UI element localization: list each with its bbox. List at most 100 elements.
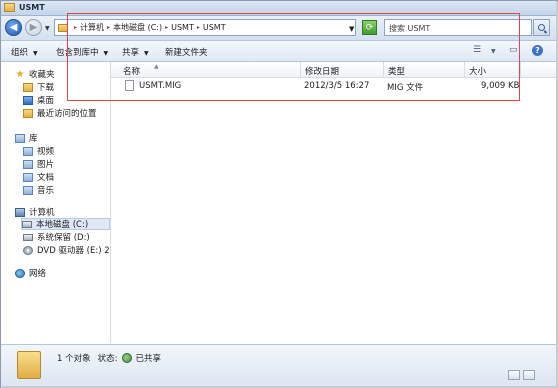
help-icon[interactable]: ? bbox=[532, 45, 543, 56]
hard-drive-icon bbox=[23, 233, 33, 241]
chevron-down-icon: ▼ bbox=[33, 50, 38, 57]
chevron-right-icon: ▸ bbox=[74, 24, 78, 31]
chevron-down-icon[interactable]: ▼ bbox=[491, 48, 496, 55]
nav-item-label: 图片 bbox=[37, 160, 55, 170]
nav-item-drive-c[interactable]: 本地磁盘 (C:) bbox=[21, 218, 110, 230]
share-button[interactable]: 共享 ▼ bbox=[122, 46, 149, 58]
shared-icon bbox=[121, 353, 132, 363]
address-dropdown[interactable]: ▼ bbox=[349, 25, 354, 33]
nav-favorites-label: 收藏夹 bbox=[29, 70, 55, 80]
nav-libraries[interactable]: 库 bbox=[15, 132, 38, 144]
column-header-name[interactable]: 名称 ▲ bbox=[119, 62, 301, 77]
include-library-label: 包含到库中 bbox=[56, 48, 99, 58]
recent-pages-dropdown[interactable]: ▼ bbox=[45, 25, 50, 32]
window-title: USMT bbox=[19, 3, 45, 12]
view-options-icon[interactable]: ☰ bbox=[473, 45, 481, 55]
pictures-icon bbox=[23, 159, 33, 169]
forward-button[interactable]: ▶ bbox=[25, 19, 42, 36]
music-icon bbox=[23, 185, 33, 195]
status-computer-icon bbox=[508, 370, 520, 380]
nav-item-label: 文档 bbox=[37, 173, 55, 183]
back-button[interactable]: ◀ bbox=[5, 19, 22, 36]
nav-item-label: 下载 bbox=[37, 83, 55, 93]
status-network-icon bbox=[523, 370, 535, 380]
videos-icon bbox=[23, 146, 33, 156]
include-library-button[interactable]: 包含到库中 ▼ bbox=[56, 46, 108, 58]
preview-pane-icon[interactable]: ▭ bbox=[509, 45, 518, 55]
nav-item-label: 本地磁盘 (C:) bbox=[36, 220, 89, 230]
breadcrumb-item-usmt[interactable]: USMT bbox=[171, 23, 194, 32]
file-size: 9,009 KB bbox=[481, 81, 520, 91]
address-bar[interactable]: ▸ 计算机 ▸ 本地磁盘 (C:) ▸ USMT ▸ USMT bbox=[54, 19, 356, 36]
nav-item-label: 系统保留 (D:) bbox=[37, 233, 90, 243]
address-row: ◀ ▶ ▼ ▸ 计算机 ▸ 本地磁盘 (C:) ▸ USMT ▸ USMT ▼ … bbox=[1, 16, 557, 41]
breadcrumb: ▸ 计算机 ▸ 本地磁盘 (C:) ▸ USMT ▸ USMT bbox=[71, 22, 226, 33]
nav-item-drive-d[interactable]: 系统保留 (D:) bbox=[23, 231, 90, 243]
folder-icon bbox=[4, 3, 15, 12]
nav-libraries-label: 库 bbox=[29, 134, 38, 144]
file-name: USMT.MIG bbox=[139, 81, 182, 91]
nav-item-music[interactable]: 音乐 bbox=[23, 184, 54, 196]
nav-item-downloads[interactable]: 下载 bbox=[23, 81, 54, 93]
column-header-row: 名称 ▲ 修改日期 类型 大小 bbox=[111, 62, 557, 78]
breadcrumb-item-usmt-current[interactable]: USMT bbox=[203, 23, 226, 32]
nav-item-label: 最近访问的位置 bbox=[37, 109, 97, 119]
arrow-right-icon: ▶ bbox=[29, 22, 38, 33]
details-pane: 1 个对象 状态: 已共享 bbox=[1, 344, 557, 388]
star-icon: ★ bbox=[15, 68, 25, 80]
chevron-right-icon[interactable]: ▸ bbox=[107, 24, 110, 31]
nav-favorites[interactable]: ★ 收藏夹 bbox=[15, 68, 55, 80]
nav-item-label: DVD 驱动器 (E:) 20 bbox=[37, 246, 111, 256]
chevron-right-icon[interactable]: ▸ bbox=[197, 24, 200, 31]
dvd-icon bbox=[23, 245, 33, 255]
nav-item-dvd[interactable]: DVD 驱动器 (E:) 20 bbox=[23, 244, 111, 256]
search-input[interactable]: 搜索 USMT bbox=[384, 19, 532, 36]
column-header-type[interactable]: 类型 bbox=[384, 62, 465, 77]
new-folder-button[interactable]: 新建文件夹 bbox=[165, 46, 208, 58]
downloads-icon bbox=[23, 82, 33, 92]
chevron-down-icon: ▼ bbox=[103, 50, 109, 57]
organize-button[interactable]: 组织 ▼ bbox=[11, 46, 38, 58]
nav-item-videos[interactable]: 视频 bbox=[23, 145, 54, 157]
desktop-icon bbox=[23, 95, 33, 105]
file-modified: 2012/3/5 16:27 bbox=[304, 81, 370, 91]
arrow-left-icon: ◀ bbox=[9, 22, 18, 33]
column-header-size[interactable]: 大小 bbox=[465, 62, 521, 77]
table-row[interactable]: USMT.MIG 2012/3/5 16:27 MIG 文件 9,009 KB bbox=[111, 79, 521, 93]
chevron-right-icon[interactable]: ▸ bbox=[165, 24, 168, 31]
nav-item-label: 音乐 bbox=[37, 186, 55, 196]
folder-icon bbox=[17, 351, 41, 379]
folder-icon bbox=[58, 23, 68, 32]
file-type: MIG 文件 bbox=[387, 83, 424, 93]
item-count: 1 个对象 bbox=[57, 354, 91, 364]
nav-item-recent[interactable]: 最近访问的位置 bbox=[23, 107, 97, 119]
refresh-button[interactable]: ⟳ bbox=[362, 20, 377, 35]
breadcrumb-item-drive-c[interactable]: 本地磁盘 (C:) bbox=[113, 22, 162, 33]
status-line: 1 个对象 状态: 已共享 bbox=[57, 352, 161, 364]
navigation-pane: ★ 收藏夹 下载 桌面 最近访问的位置 库 视频 图片 文档 音乐 计算机 本地… bbox=[1, 62, 111, 343]
nav-item-documents[interactable]: 文档 bbox=[23, 171, 54, 183]
column-header-modified[interactable]: 修改日期 bbox=[301, 62, 384, 77]
file-icon bbox=[125, 80, 134, 91]
nav-computer[interactable]: 计算机 bbox=[15, 206, 55, 218]
column-header-label: 名称 bbox=[123, 67, 141, 77]
file-list: 名称 ▲ 修改日期 类型 大小 USMT.MIG 2012/3/5 16:27 … bbox=[111, 62, 557, 343]
hard-drive-icon bbox=[22, 220, 32, 228]
state-label: 状态: bbox=[97, 354, 118, 364]
organize-label: 组织 bbox=[11, 48, 29, 58]
chevron-down-icon: ▼ bbox=[144, 50, 149, 57]
explorer-window: USMT ◀ ▶ ▼ ▸ 计算机 ▸ 本地磁盘 (C:) ▸ USMT ▸ US… bbox=[0, 0, 558, 388]
recent-places-icon bbox=[23, 108, 33, 118]
nav-network-label: 网络 bbox=[29, 269, 47, 279]
title-bar[interactable]: USMT bbox=[1, 1, 557, 16]
nav-computer-label: 计算机 bbox=[29, 208, 55, 218]
nav-item-desktop[interactable]: 桌面 bbox=[23, 94, 54, 106]
sort-ascending-icon: ▲ bbox=[154, 63, 159, 70]
search-button[interactable] bbox=[533, 19, 550, 36]
nav-item-pictures[interactable]: 图片 bbox=[23, 158, 54, 170]
nav-network[interactable]: 网络 bbox=[15, 267, 46, 279]
nav-item-label: 桌面 bbox=[37, 96, 55, 106]
breadcrumb-item-computer[interactable]: 计算机 bbox=[80, 22, 104, 33]
network-icon bbox=[15, 268, 25, 278]
computer-icon bbox=[15, 207, 25, 217]
